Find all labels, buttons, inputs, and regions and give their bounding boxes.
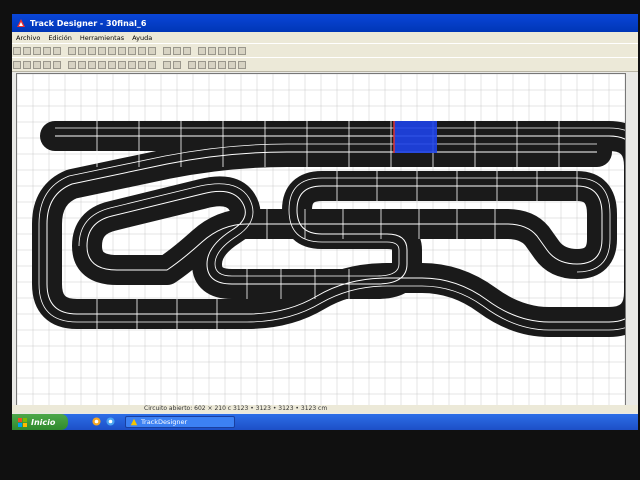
- print-icon[interactable]: [43, 46, 51, 55]
- preview-icon[interactable]: [53, 46, 61, 55]
- curve-1-icon[interactable]: [118, 60, 126, 69]
- lane-change-icon[interactable]: [13, 60, 21, 69]
- taskbar-trackdesigner-button[interactable]: TrackDesigner: [125, 416, 235, 428]
- main-toolbar: [12, 43, 638, 58]
- select-tool-icon[interactable]: [188, 60, 196, 69]
- rotate-left-icon[interactable]: [198, 46, 206, 55]
- menu-herramientas[interactable]: Herramientas: [76, 34, 128, 42]
- track-designer-task-icon: [130, 418, 138, 426]
- windows-logo-icon: [18, 417, 27, 427]
- status-bar: Circuito abierto: 602 × 210 c 3123 • 312…: [12, 405, 638, 413]
- task-label: TrackDesigner: [141, 418, 188, 426]
- copy-icon[interactable]: [78, 46, 86, 55]
- monitor-bezel: Track Designer - 30final_6 Archivo Edici…: [0, 0, 640, 480]
- quick-launch-media-icon[interactable]: [92, 417, 101, 426]
- properties-icon[interactable]: [138, 46, 146, 55]
- track-designer-app-icon: [17, 19, 25, 27]
- start-label: Inicio: [31, 417, 56, 427]
- layers-icon[interactable]: [128, 46, 136, 55]
- delete-icon[interactable]: [98, 46, 106, 55]
- desktop-screen: Track Designer - 30final_6 Archivo Edici…: [12, 14, 638, 430]
- curve-2-icon[interactable]: [128, 60, 136, 69]
- start-button[interactable]: Inicio: [12, 414, 68, 430]
- straight-3-icon[interactable]: [88, 60, 96, 69]
- arrow-right-icon[interactable]: [238, 46, 246, 55]
- tool-3-icon[interactable]: [218, 60, 226, 69]
- fill-icon[interactable]: [118, 46, 126, 55]
- tool-4-icon[interactable]: [228, 60, 236, 69]
- paste-icon[interactable]: [88, 46, 96, 55]
- tool-5-icon[interactable]: [238, 60, 246, 69]
- grid-icon[interactable]: [148, 46, 156, 55]
- border-icon[interactable]: [173, 60, 181, 69]
- straight-1-icon[interactable]: [68, 60, 76, 69]
- menu-archivo[interactable]: Archivo: [12, 34, 44, 42]
- save-icon[interactable]: [33, 46, 41, 55]
- zoom-grid-icon[interactable]: [183, 46, 191, 55]
- select-icon[interactable]: [108, 46, 116, 55]
- open-icon[interactable]: [23, 46, 31, 55]
- straight-5-icon[interactable]: [108, 60, 116, 69]
- track-drawing: [17, 74, 625, 406]
- zoom-in-icon[interactable]: [163, 46, 171, 55]
- curve-3-icon[interactable]: [138, 60, 146, 69]
- arrow-left-icon[interactable]: [228, 46, 236, 55]
- tool-1-icon[interactable]: [198, 60, 206, 69]
- circuit-status-text: Circuito abierto: 602 × 210 c 3123 • 312…: [144, 405, 328, 412]
- menu-bar: Archivo Edición Herramientas Ayuda: [12, 32, 638, 43]
- selected-track-piece[interactable]: [394, 121, 437, 153]
- cut-icon[interactable]: [68, 46, 76, 55]
- window-title: Track Designer - 30final_6: [30, 18, 147, 28]
- piece-b-icon[interactable]: [43, 60, 51, 69]
- new-icon[interactable]: [13, 46, 21, 55]
- arrow-up-icon[interactable]: [218, 46, 226, 55]
- tool-2-icon[interactable]: [208, 60, 216, 69]
- menu-ayuda[interactable]: Ayuda: [128, 34, 156, 42]
- piece-a-icon[interactable]: [33, 60, 41, 69]
- anchor-icon[interactable]: [23, 60, 31, 69]
- track-inner-loop: [72, 171, 617, 299]
- straight-4-icon[interactable]: [98, 60, 106, 69]
- title-bar[interactable]: Track Designer - 30final_6: [12, 14, 638, 32]
- straight-2-icon[interactable]: [78, 60, 86, 69]
- zoom-out-icon[interactable]: [173, 46, 181, 55]
- curve-4-icon[interactable]: [148, 60, 156, 69]
- quick-launch-browser-icon[interactable]: [106, 417, 115, 426]
- menu-edicion[interactable]: Edición: [44, 34, 76, 42]
- piece-c-icon[interactable]: [53, 60, 61, 69]
- track-canvas[interactable]: [16, 73, 626, 407]
- pieces-toolbar: [12, 57, 638, 72]
- slot-track-layout: [32, 121, 625, 337]
- rotate-right-icon[interactable]: [208, 46, 216, 55]
- bridge-icon[interactable]: [163, 60, 171, 69]
- windows-taskbar: Inicio TrackDesigner: [12, 414, 638, 430]
